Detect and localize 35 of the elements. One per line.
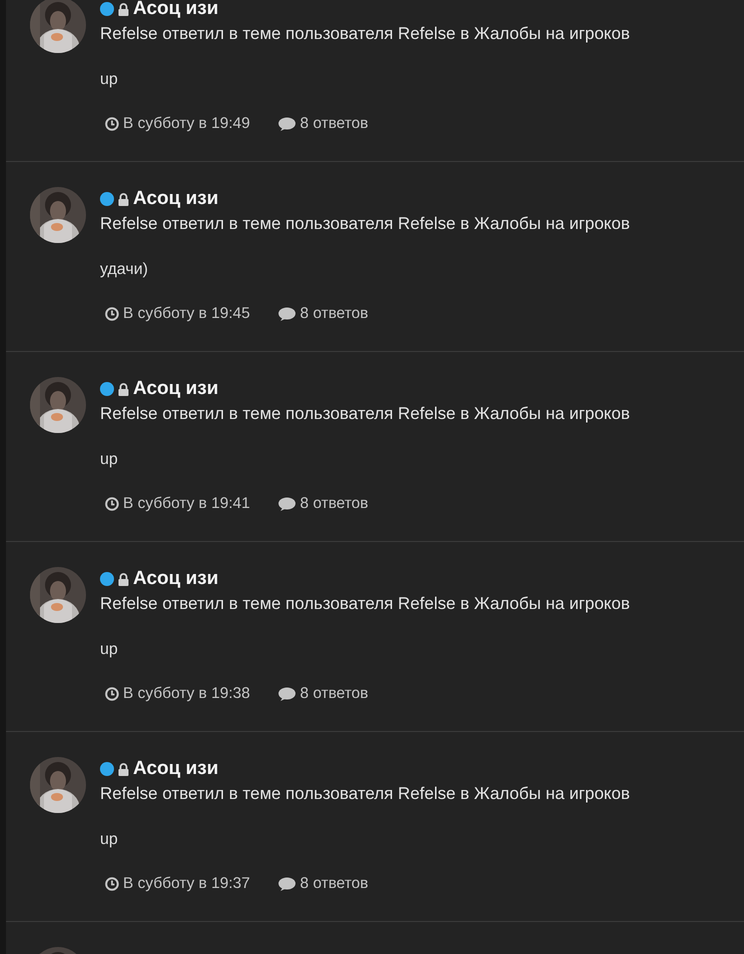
timestamp: В субботу в 19:37 — [123, 874, 250, 894]
comment-icon — [278, 306, 296, 322]
message-text: up — [100, 831, 118, 848]
comment-icon — [278, 116, 296, 132]
comment-icon — [278, 876, 296, 892]
clock-icon — [105, 687, 119, 701]
reply-count: 8 ответов — [300, 684, 368, 704]
timestamp: В субботу в 19:41 — [123, 494, 250, 514]
activity-summary: Refelse ответил в теме пользователя Refelse в Жалобы на игроков — [100, 403, 630, 425]
timestamp: В субботу в 19:49 — [123, 114, 250, 134]
message-text: up — [100, 451, 118, 468]
activity-summary: Refelse ответил в теме пользователя Refelse в Жалобы на игроков — [100, 23, 630, 45]
reply-count: 8 ответов — [300, 874, 368, 894]
author-name: Асоц изи — [133, 187, 218, 211]
reply-count: 8 ответов — [300, 114, 368, 134]
clock-icon — [105, 307, 119, 321]
author-name: Асоц изи — [133, 0, 218, 21]
author-name: Асоц изи — [133, 757, 218, 781]
author-name: Асоц изи — [133, 377, 218, 401]
message-text: удачи) — [100, 261, 148, 278]
timestamp: В субботу в 19:38 — [123, 684, 250, 704]
clock-icon — [105, 877, 119, 891]
activity-summary: Refelse ответил в теме пользователя Refelse в Жалобы на игроков — [100, 213, 630, 235]
timestamp: В субботу в 19:45 — [123, 304, 250, 324]
clock-icon — [105, 117, 119, 131]
comment-icon — [278, 686, 296, 702]
reply-count: 8 ответов — [300, 304, 368, 324]
author-name: Асоц изи — [133, 567, 218, 591]
message-text: up — [100, 641, 118, 658]
clock-icon — [105, 497, 119, 511]
message-text: up — [100, 71, 118, 88]
activity-summary: Refelse ответил в теме пользователя Refelse в Жалобы на игроков — [100, 783, 630, 805]
comment-icon — [278, 496, 296, 512]
activity-summary: Refelse ответил в теме пользователя Refelse в Жалобы на игроков — [100, 593, 630, 615]
reply-count: 8 ответов — [300, 494, 368, 514]
